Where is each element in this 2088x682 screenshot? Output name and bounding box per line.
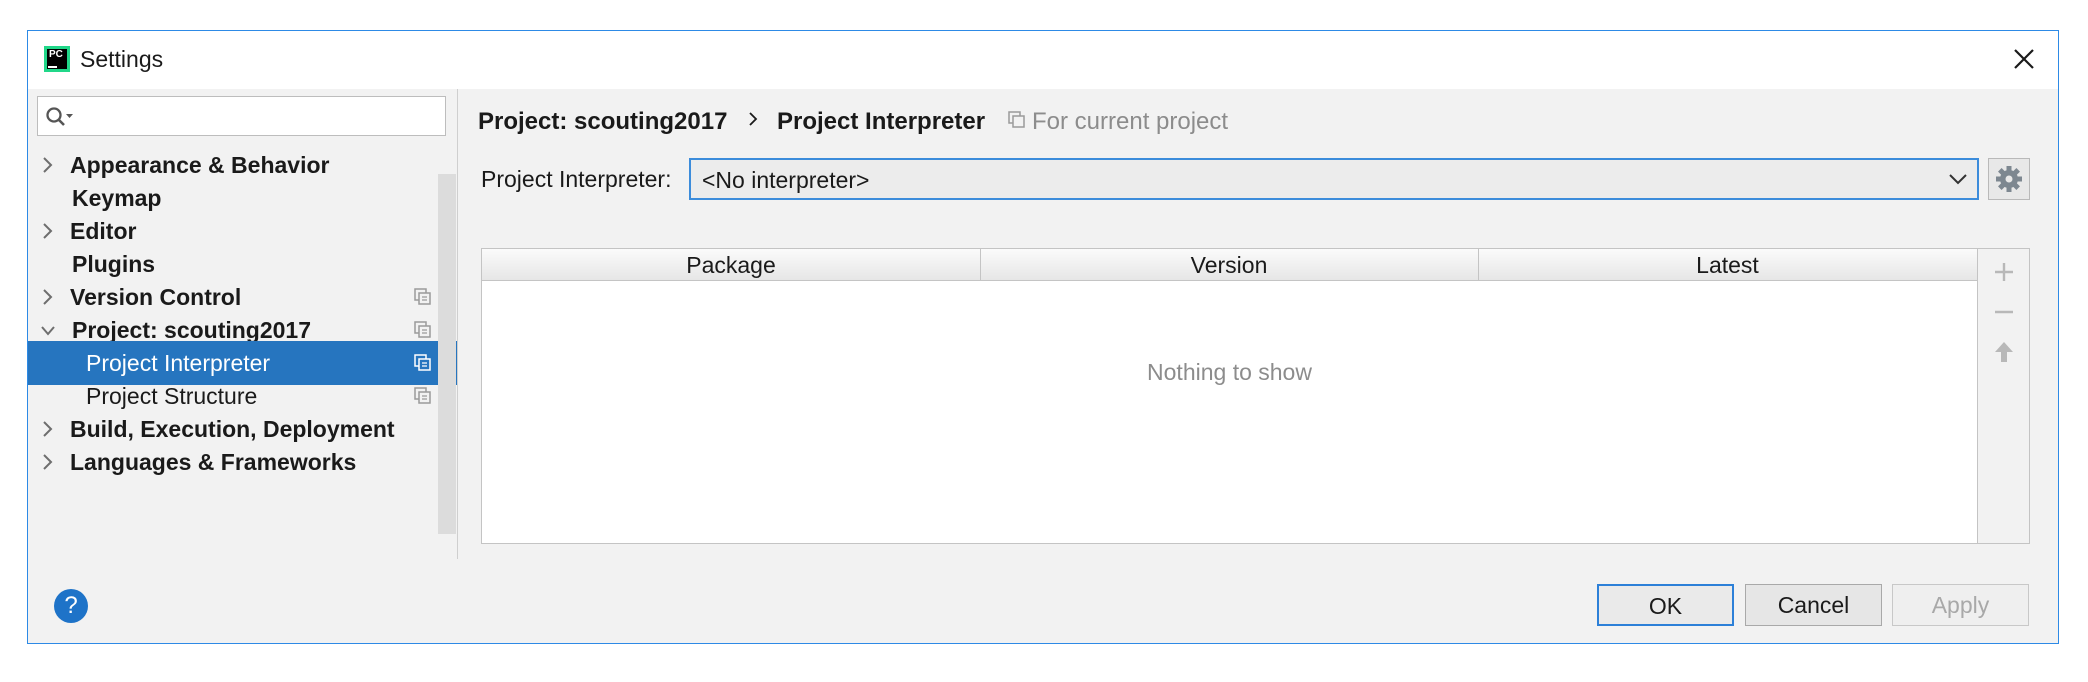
chevron-right-icon[interactable] (40, 221, 56, 241)
settings-tree: Appearance & Behavior Keymap Editor Plug… (28, 143, 457, 559)
search-icon[interactable] (45, 105, 75, 129)
add-icon[interactable] (1991, 259, 2017, 285)
chevron-right-icon[interactable] (40, 155, 56, 175)
breadcrumb-project: Project: scouting2017 (478, 108, 728, 135)
settings-sidebar: Appearance & Behavior Keymap Editor Plug… (28, 89, 458, 559)
chevron-right-icon (749, 112, 758, 126)
project-settings-icon (414, 288, 431, 305)
column-header-version[interactable]: Version (980, 249, 1479, 281)
upgrade-icon[interactable] (1991, 339, 2017, 365)
cancel-button[interactable]: Cancel (1745, 584, 1882, 626)
settings-dialog: PC Settings Appearance & Behavior Keymap (27, 30, 2059, 644)
scope-note: For current project (1032, 108, 1229, 135)
tree-item-label: Languages & Frameworks (70, 449, 357, 475)
title-bar: PC Settings (28, 31, 2058, 89)
window-title: Settings (80, 46, 164, 72)
project-settings-icon (414, 321, 431, 338)
breadcrumb-page: Project Interpreter (777, 108, 986, 135)
tree-item-languages-frameworks[interactable]: Languages & Frameworks (28, 440, 438, 484)
help-button[interactable]: ? (54, 589, 88, 623)
sidebar-scrollbar[interactable] (438, 174, 456, 534)
interpreter-select[interactable]: <No interpreter> (689, 158, 1979, 200)
chevron-right-icon[interactable] (40, 419, 56, 439)
gear-icon[interactable] (1989, 159, 2029, 199)
close-icon[interactable] (2006, 41, 2042, 77)
column-header-package[interactable]: Package (482, 249, 981, 281)
chevron-down-icon[interactable] (1947, 170, 1969, 188)
package-toolbar (1978, 248, 2030, 544)
apply-button[interactable]: Apply (1892, 584, 2029, 626)
project-settings-icon (414, 354, 431, 371)
project-settings-icon (414, 387, 431, 404)
interpreter-settings-button[interactable] (1988, 158, 2030, 200)
project-settings-icon (1008, 111, 1025, 128)
ok-button[interactable]: OK (1597, 584, 1734, 626)
interpreter-select-value: <No interpreter> (702, 167, 870, 193)
chevron-right-icon[interactable] (40, 452, 56, 472)
chevron-right-icon[interactable] (40, 287, 56, 307)
empty-table-message: Nothing to show (1147, 359, 1312, 385)
chevron-down-icon[interactable] (40, 320, 56, 340)
pycharm-app-icon: PC (44, 46, 70, 72)
interpreter-label: Project Interpreter: (481, 166, 672, 192)
packages-table: Package Version Latest Nothing to show (481, 248, 1978, 544)
column-header-latest[interactable]: Latest (1478, 249, 1977, 281)
app-icon-text: PC (49, 49, 63, 60)
remove-icon[interactable] (1991, 299, 2017, 325)
settings-search-input[interactable] (37, 96, 446, 136)
packages-table-header: Package Version Latest (482, 249, 1977, 281)
